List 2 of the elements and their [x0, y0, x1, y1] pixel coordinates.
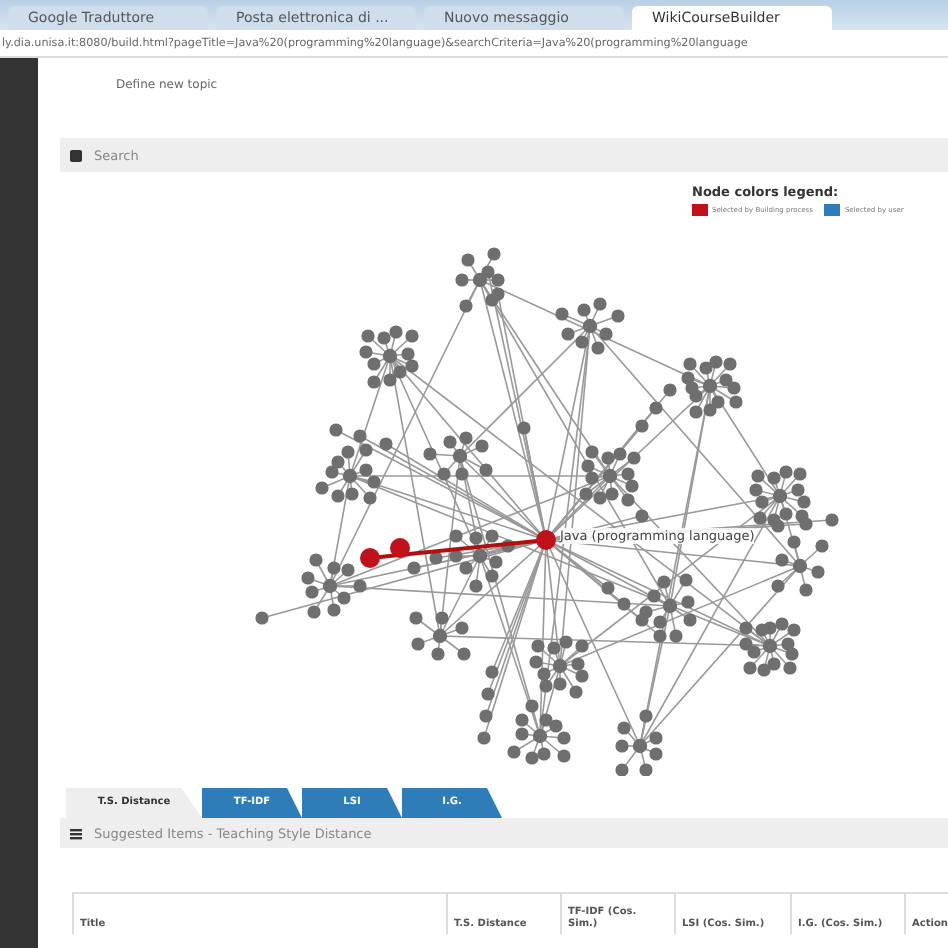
list-icon	[68, 825, 84, 841]
square-icon	[68, 147, 84, 163]
